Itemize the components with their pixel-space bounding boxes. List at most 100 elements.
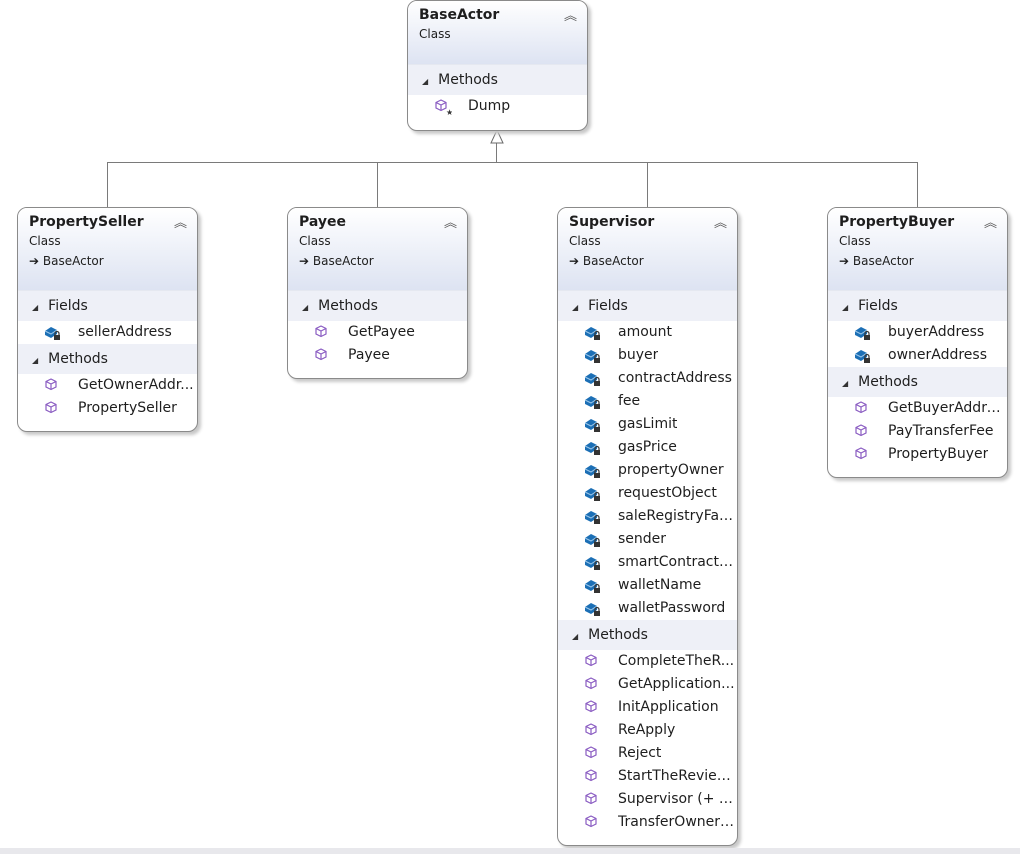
- section-methods[interactable]: ◢ Methods: [288, 291, 467, 321]
- section-fields[interactable]: ◢ Fields: [558, 291, 737, 321]
- section-methods[interactable]: ◢ Methods: [408, 65, 587, 95]
- method-item[interactable]: ReApply: [558, 719, 737, 742]
- method-item[interactable]: PropertySeller: [18, 397, 197, 420]
- method-item[interactable]: CompleteTheR...: [558, 650, 737, 673]
- method-icon: [45, 377, 57, 390]
- method-icon: [585, 653, 597, 666]
- method-icon: [45, 400, 57, 413]
- collapse-chevron-icon[interactable]: ︽: [174, 212, 187, 231]
- section-label: Fields: [48, 298, 88, 314]
- method-item[interactable]: PayTransferFee: [828, 420, 1007, 443]
- member-name: gasPrice: [618, 439, 677, 455]
- method-item[interactable]: Reject: [558, 742, 737, 765]
- expand-triangle-icon[interactable]: ◢: [572, 303, 578, 312]
- field-item[interactable]: propertyOwner: [558, 459, 737, 482]
- field-item[interactable]: buyerAddress: [828, 321, 1007, 344]
- private-field-icon: [584, 487, 600, 501]
- expand-triangle-icon[interactable]: ◢: [422, 77, 428, 86]
- method-item[interactable]: Supervisor (+ 1...: [558, 788, 737, 811]
- connector-propertybuyer: [917, 162, 918, 207]
- member-name: Supervisor (+ 1...: [618, 791, 737, 807]
- field-item[interactable]: walletPassword: [558, 597, 737, 620]
- member-name: requestObject: [618, 485, 717, 501]
- collapse-chevron-icon[interactable]: ︽: [984, 212, 997, 231]
- class-header[interactable]: Supervisor Class ➔ BaseActor ︽: [558, 208, 737, 291]
- class-header[interactable]: PropertyBuyer Class ➔ BaseActor ︽: [828, 208, 1007, 291]
- method-icon: ★: [435, 98, 452, 115]
- section-fields[interactable]: ◢ Fields: [18, 291, 197, 321]
- horizontal-scrollbar[interactable]: [0, 848, 1020, 854]
- section-label: Methods: [318, 298, 378, 314]
- class-supervisor[interactable]: Supervisor Class ➔ BaseActor ︽ ◢ Fields amount…: [557, 207, 738, 846]
- method-item[interactable]: ★ Dump: [408, 95, 587, 118]
- method-item[interactable]: TransferOwners...: [558, 811, 737, 834]
- class-header[interactable]: BaseActor Class ︽: [408, 1, 587, 65]
- expand-triangle-icon[interactable]: ◢: [302, 303, 308, 312]
- base-class-name: BaseActor: [582, 254, 644, 268]
- class-kind: Class: [419, 27, 451, 41]
- expand-triangle-icon[interactable]: ◢: [572, 632, 578, 641]
- section-fields[interactable]: ◢ Fields: [828, 291, 1007, 321]
- class-header[interactable]: PropertySeller Class ➔ BaseActor ︽: [18, 208, 197, 291]
- method-icon: [585, 791, 597, 804]
- member-name: Dump: [468, 98, 511, 114]
- field-item[interactable]: sellerAddress: [18, 321, 197, 344]
- member-name: Reject: [618, 745, 662, 761]
- method-icon: [585, 676, 597, 689]
- field-item[interactable]: gasPrice: [558, 436, 737, 459]
- class-kind: Class: [299, 234, 331, 248]
- method-item[interactable]: InitApplication: [558, 696, 737, 719]
- section-methods[interactable]: ◢ Methods: [558, 620, 737, 650]
- field-item[interactable]: buyer: [558, 344, 737, 367]
- field-item[interactable]: requestObject: [558, 482, 737, 505]
- base-class-name: BaseActor: [42, 254, 104, 268]
- field-item[interactable]: amount: [558, 321, 737, 344]
- connector-supervisor: [647, 162, 648, 207]
- method-item[interactable]: GetBuyerAddress: [828, 397, 1007, 420]
- field-item[interactable]: saleRegistryFac...: [558, 505, 737, 528]
- method-icon: [585, 699, 597, 712]
- method-item[interactable]: PropertyBuyer: [828, 443, 1007, 466]
- inheritance-arrowhead-icon: [490, 129, 504, 144]
- field-item[interactable]: fee: [558, 390, 737, 413]
- member-name: ownerAddress: [888, 347, 988, 363]
- member-name: GetBuyerAddress: [888, 400, 1007, 416]
- expand-triangle-icon[interactable]: ◢: [842, 379, 848, 388]
- base-class-name: BaseActor: [312, 254, 374, 268]
- collapse-chevron-icon[interactable]: ︽: [714, 212, 727, 231]
- class-header[interactable]: Payee Class ➔ BaseActor ︽: [288, 208, 467, 291]
- method-item[interactable]: StartTheReview...: [558, 765, 737, 788]
- member-name: fee: [618, 393, 641, 409]
- class-propertybuyer[interactable]: PropertyBuyer Class ➔ BaseActor ︽ ◢ Fields buy…: [827, 207, 1008, 478]
- field-item[interactable]: contractAddress: [558, 367, 737, 390]
- method-item[interactable]: Payee: [288, 344, 467, 367]
- member-name: PropertyBuyer: [888, 446, 989, 462]
- field-item[interactable]: ownerAddress: [828, 344, 1007, 367]
- class-payee[interactable]: Payee Class ➔ BaseActor ︽ ◢ Methods GetPayee Pa…: [287, 207, 468, 379]
- section-methods[interactable]: ◢ Methods: [828, 367, 1007, 397]
- method-icon: [585, 768, 597, 781]
- inherits-arrow-icon: ➔: [569, 254, 580, 268]
- field-item[interactable]: sender: [558, 528, 737, 551]
- method-item[interactable]: GetOwnerAddr...: [18, 374, 197, 397]
- member-name: gasLimit: [618, 416, 678, 432]
- expand-triangle-icon[interactable]: ◢: [32, 303, 38, 312]
- expand-triangle-icon[interactable]: ◢: [842, 303, 848, 312]
- collapse-chevron-icon[interactable]: ︽: [564, 5, 577, 24]
- field-item[interactable]: gasLimit: [558, 413, 737, 436]
- section-label: Fields: [858, 298, 898, 314]
- method-item[interactable]: GetPayee: [288, 321, 467, 344]
- private-field-icon: [584, 510, 600, 524]
- method-item[interactable]: GetApplication...: [558, 673, 737, 696]
- class-name: PropertySeller: [29, 214, 144, 230]
- section-methods[interactable]: ◢ Methods: [18, 344, 197, 374]
- class-propertyseller[interactable]: PropertySeller Class ➔ BaseActor ︽ ◢ Fields se…: [17, 207, 198, 432]
- section-label: Methods: [48, 351, 108, 367]
- expand-triangle-icon[interactable]: ◢: [32, 356, 38, 365]
- field-item[interactable]: smartContractUrl: [558, 551, 737, 574]
- collapse-chevron-icon[interactable]: ︽: [444, 212, 457, 231]
- class-baseactor[interactable]: BaseActor Class ︽ ◢ Methods ★ Dump: [407, 0, 588, 131]
- field-item[interactable]: walletName: [558, 574, 737, 597]
- private-field-icon: [584, 579, 600, 593]
- private-field-icon: [584, 556, 600, 570]
